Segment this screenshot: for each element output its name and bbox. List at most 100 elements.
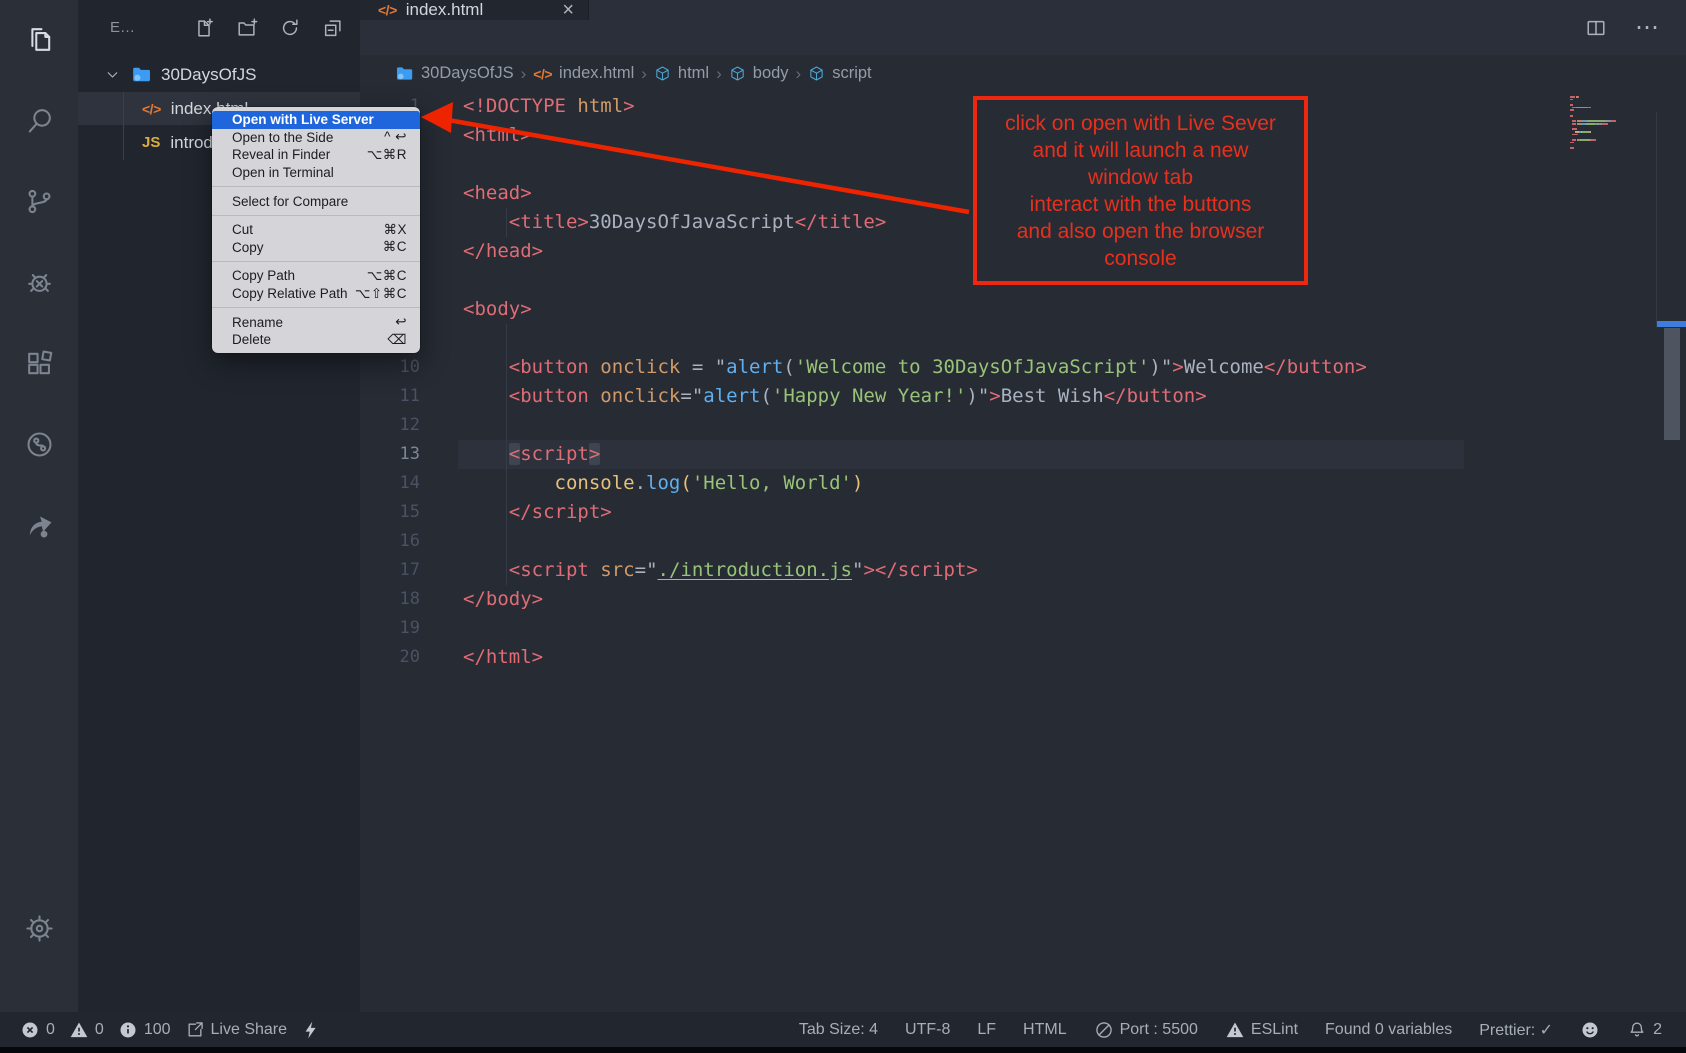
menu-item-select-for-compare[interactable]: Select for Compare xyxy=(212,192,420,210)
close-icon[interactable]: × xyxy=(562,0,574,20)
menu-item-label: Reveal in Finder xyxy=(232,147,330,162)
live-share-icon xyxy=(24,510,55,541)
window-edge xyxy=(0,1047,1686,1053)
status-item-live-share[interactable]: Live Share xyxy=(185,1020,288,1040)
status-item-text: Prettier: ✓ xyxy=(1479,1020,1553,1040)
code-line: </script> xyxy=(463,498,1367,527)
activity-item-live-share[interactable] xyxy=(0,496,78,554)
code-line: </html> xyxy=(463,643,1367,672)
status-item-port[interactable]: Port : 5500 xyxy=(1094,1020,1198,1040)
menu-item-label: Cut xyxy=(232,222,253,237)
activity-item-run-and-debug[interactable] xyxy=(0,253,78,311)
minimap-line xyxy=(1570,128,1662,130)
menu-item-open-in-terminal[interactable]: Open in Terminal xyxy=(212,164,420,182)
info-icon xyxy=(118,1020,138,1040)
menu-item-shortcut: ^ ↩ xyxy=(384,129,407,145)
breadcrumb-item-30daysofjs[interactable]: 30DaysOfJS xyxy=(395,64,514,83)
menu-item-shortcut: ⌥⌘C xyxy=(367,268,407,284)
activity-item-search[interactable] xyxy=(0,91,78,149)
code-line xyxy=(463,411,1367,440)
activity-item-explorer[interactable] xyxy=(0,10,78,68)
status-item-info-count[interactable]: 100 xyxy=(118,1020,171,1040)
menu-separator xyxy=(212,215,420,216)
minimap-line xyxy=(1570,104,1662,106)
scrollbar-thumb[interactable] xyxy=(1664,328,1680,440)
line-number: 11 xyxy=(360,382,420,411)
folder-icon xyxy=(395,64,414,83)
status-item-errors[interactable]: 0 xyxy=(20,1020,55,1040)
js-file-icon: JS xyxy=(142,134,160,151)
minimap-line xyxy=(1570,126,1662,128)
menu-item-open-with-live-server[interactable]: Open with Live Server xyxy=(212,111,420,129)
menu-item-label: Open in Terminal xyxy=(232,165,334,180)
menu-item-shortcut: ⌘C xyxy=(383,239,407,255)
annotation-line: and it will launch a new xyxy=(1033,137,1249,164)
breadcrumb-item-body[interactable]: body xyxy=(729,64,789,83)
minimap-line xyxy=(1570,107,1662,109)
explorer-icon xyxy=(24,24,55,55)
code-line: <button onclick="alert('Happy New Year!'… xyxy=(463,382,1367,411)
menu-item-open-to-the-side[interactable]: Open to the Side ^ ↩ xyxy=(212,129,420,147)
activity-item-source-control[interactable] xyxy=(0,172,78,230)
minimap-line xyxy=(1570,109,1662,111)
menu-item-copy-relative-path[interactable]: Copy Relative Path⌥⇧⌘C xyxy=(212,285,420,303)
tab-bar: </>index.html× ⋯ xyxy=(360,0,1686,55)
breadcrumb-item-html[interactable]: html xyxy=(654,64,709,83)
line-number: 19 xyxy=(360,614,420,643)
status-item-language-mode[interactable]: HTML xyxy=(1023,1021,1067,1039)
minimap-line xyxy=(1570,134,1662,136)
status-item-text: Port : 5500 xyxy=(1120,1021,1198,1039)
activity-item-extensions[interactable] xyxy=(0,334,78,392)
code-line: <script> xyxy=(463,440,1367,469)
menu-item-rename[interactable]: Rename↩ xyxy=(212,313,420,331)
html-file-icon: </> xyxy=(378,2,397,18)
menu-item-label: Copy xyxy=(232,240,264,255)
breadcrumb-item-script[interactable]: script xyxy=(808,64,871,83)
status-item-prettier[interactable]: Prettier: ✓ xyxy=(1479,1020,1553,1040)
menu-item-copy-path[interactable]: Copy Path⌥⌘C xyxy=(212,267,420,285)
html-file-icon: </> xyxy=(533,66,552,82)
menu-item-delete[interactable]: Delete⌫ xyxy=(212,331,420,349)
minimap[interactable] xyxy=(1570,96,1662,150)
annotation-line: click on open with Live Sever xyxy=(1005,110,1276,137)
status-item-text: 0 xyxy=(95,1021,104,1039)
menu-item-label: Open to the Side xyxy=(232,130,333,145)
status-item-flash[interactable] xyxy=(301,1020,321,1040)
html-file-icon: </> xyxy=(142,101,161,117)
menu-item-label: Copy Relative Path xyxy=(232,286,348,301)
menu-item-copy[interactable]: Copy ⌘C xyxy=(212,239,420,257)
breadcrumb-item-index-html[interactable]: </> index.html xyxy=(533,64,634,83)
more-actions-icon[interactable]: ⋯ xyxy=(1635,16,1660,40)
status-item-notifications[interactable]: 2 xyxy=(1627,1020,1662,1040)
menu-item-reveal-in-finder[interactable]: Reveal in Finder⌥⌘R xyxy=(212,146,420,164)
tree-item-root-folder[interactable]: 30DaysOfJS xyxy=(78,58,360,91)
status-item-text: 0 xyxy=(46,1021,55,1039)
git-graph-icon xyxy=(24,429,55,460)
status-item-variables[interactable]: Found 0 variables xyxy=(1325,1021,1452,1039)
status-item-feedback[interactable] xyxy=(1580,1020,1600,1040)
status-item-eol[interactable]: LF xyxy=(977,1021,996,1039)
code-line: <script src="./introduction.js"></script… xyxy=(463,556,1367,585)
status-item-warnings[interactable]: 0 xyxy=(69,1020,104,1040)
menu-item-cut[interactable]: Cut⌘X xyxy=(212,221,420,239)
symbol-element-icon xyxy=(654,65,671,82)
status-item-tab-size[interactable]: Tab Size: 4 xyxy=(799,1021,878,1039)
run-and-debug-icon xyxy=(24,267,55,298)
source-control-icon xyxy=(24,186,55,217)
status-item-eslint[interactable]: ESLint xyxy=(1225,1020,1298,1040)
minimap-line xyxy=(1570,136,1662,138)
line-number: 20 xyxy=(360,643,420,672)
activity-item-settings[interactable] xyxy=(0,899,78,957)
status-item-encoding[interactable]: UTF-8 xyxy=(905,1021,950,1039)
tab-index-html[interactable]: </>index.html× xyxy=(360,0,589,20)
minimap-line xyxy=(1570,142,1662,144)
code-line: </body> xyxy=(463,585,1367,614)
breadcrumb-label: html xyxy=(678,64,709,83)
line-number: 16 xyxy=(360,527,420,556)
minimap-line xyxy=(1570,96,1662,98)
code-line: <body> xyxy=(463,295,1367,324)
activity-item-git-graph[interactable] xyxy=(0,415,78,473)
breadcrumb-label: index.html xyxy=(559,64,634,83)
split-editor-icon[interactable] xyxy=(1585,17,1607,39)
symbol-element-icon xyxy=(729,65,746,82)
